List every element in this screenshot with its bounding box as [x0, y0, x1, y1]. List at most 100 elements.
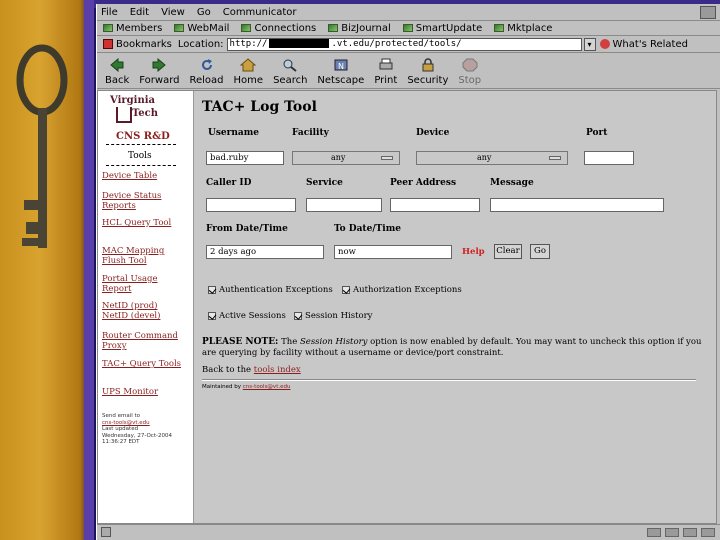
- device-select[interactable]: any: [416, 151, 568, 165]
- authz-exceptions-checkbox[interactable]: Authorization Exceptions: [342, 285, 462, 295]
- help-link[interactable]: Help: [462, 247, 485, 257]
- stop-button[interactable]: Stop: [458, 58, 481, 88]
- security-status-icon[interactable]: [101, 527, 111, 537]
- vt-mark-icon: [116, 107, 132, 123]
- port-input[interactable]: [584, 151, 634, 165]
- menu-file[interactable]: File: [101, 7, 118, 18]
- from-datetime-input[interactable]: 2 days ago: [206, 245, 324, 259]
- bookmark-icon: [174, 24, 185, 32]
- printer-icon: [379, 58, 393, 70]
- sidebar-link-device-status-reports[interactable]: Device Status Reports: [102, 191, 186, 211]
- menu-go[interactable]: Go: [197, 7, 211, 18]
- facility-select[interactable]: any: [292, 151, 400, 165]
- menu-communicator[interactable]: Communicator: [223, 7, 297, 18]
- session-history-checkbox[interactable]: Session History: [294, 311, 372, 321]
- peer-address-input[interactable]: [390, 198, 480, 212]
- main-panel: TAC+ Log Tool Username Facility Device P…: [193, 91, 716, 523]
- checkbox-checked-icon: [208, 312, 216, 320]
- location-bar: Bookmarks Location: http://.vt.edu/prote…: [97, 36, 720, 53]
- home-button[interactable]: Home: [234, 58, 263, 88]
- facility-label: Facility: [292, 128, 329, 138]
- browser-window: File Edit View Go Communicator Members W…: [96, 4, 720, 540]
- personal-mktplace[interactable]: Mktplace: [494, 23, 552, 34]
- sidebar-link-device-table[interactable]: Device Table: [102, 171, 186, 181]
- personal-webmail[interactable]: WebMail: [174, 23, 229, 34]
- url-input[interactable]: http://.vt.edu/protected/tools/: [226, 37, 582, 51]
- page-content: Virginia Tech CNS R&D Tools Device Table…: [97, 90, 717, 524]
- sidebar-link-mac-mapping[interactable]: MAC Mapping Flush Tool: [102, 246, 186, 266]
- redacted-hostname: [269, 38, 330, 48]
- address-book-icon[interactable]: [701, 528, 715, 537]
- print-button[interactable]: Print: [374, 58, 397, 88]
- username-input[interactable]: bad.ruby: [206, 151, 284, 165]
- composer-icon[interactable]: [683, 528, 697, 537]
- sidebar-link-tac-query-tools[interactable]: TAC+ Query Tools: [102, 359, 186, 369]
- message-input[interactable]: [490, 198, 664, 212]
- slide-left-band: [84, 0, 94, 540]
- sidebar: Virginia Tech CNS R&D Tools Device Table…: [98, 91, 190, 523]
- netscape-button[interactable]: N Netscape: [317, 58, 364, 88]
- forward-arrow-icon: [152, 58, 167, 72]
- bookmarks-button[interactable]: Bookmarks: [103, 39, 172, 50]
- to-datetime-input[interactable]: now: [334, 245, 452, 259]
- personal-bizjournal[interactable]: BizJournal: [328, 23, 391, 34]
- netscape-logo-icon: [700, 5, 716, 19]
- navigation-toolbar: Back Forward Reload Home Search N Netsca…: [97, 53, 720, 89]
- logo-text-tech: Tech: [132, 108, 159, 119]
- maintainer-email-link[interactable]: cns-tools@vt.edu: [243, 384, 291, 390]
- sidebar-link-portal-usage[interactable]: Portal Usage Report: [102, 274, 186, 294]
- caller-id-input[interactable]: [206, 198, 296, 212]
- tools-heading: Tools: [128, 151, 152, 161]
- home-icon: [240, 58, 257, 72]
- bookmark-icon: [328, 24, 339, 32]
- search-button[interactable]: Search: [273, 58, 307, 88]
- navigator-icon[interactable]: [647, 528, 661, 537]
- facility-selected-value: any: [331, 153, 346, 162]
- back-to-index: Back to the tools index: [202, 365, 301, 375]
- mail-icon[interactable]: [665, 528, 679, 537]
- sidebar-link-router-command-proxy[interactable]: Router Command Proxy: [102, 331, 186, 351]
- menu-bar: File Edit View Go Communicator: [97, 4, 720, 21]
- from-datetime-label: From Date/Time: [206, 224, 288, 234]
- security-button[interactable]: Security: [407, 58, 448, 88]
- service-label: Service: [306, 178, 343, 188]
- back-button[interactable]: Back: [105, 58, 129, 88]
- sidebar-link-hcl-query-tool[interactable]: HCL Query Tool: [102, 218, 186, 228]
- clear-button[interactable]: Clear: [494, 244, 522, 259]
- lock-icon: [422, 58, 434, 72]
- stop-icon: [462, 58, 478, 72]
- sidebar-link-ups-monitor[interactable]: UPS Monitor: [102, 387, 186, 397]
- caller-id-label: Caller ID: [206, 178, 252, 188]
- bookmarks-icon: [103, 39, 113, 49]
- horizontal-rule: [202, 379, 696, 381]
- reload-button[interactable]: Reload: [190, 58, 224, 88]
- message-label: Message: [490, 178, 534, 188]
- personal-smartupdate[interactable]: SmartUpdate: [402, 23, 482, 34]
- sidebar-footer: Send email to cns-tools@vt.edu Last upda…: [102, 413, 188, 446]
- maintainer-line: Maintained by cns-tools@vt.edu: [202, 384, 291, 390]
- netscape-icon: N: [334, 59, 348, 71]
- notice-text: PLEASE NOTE: The Session History option …: [202, 337, 702, 358]
- bookmark-icon: [241, 24, 252, 32]
- personal-members[interactable]: Members: [103, 23, 162, 34]
- active-sessions-checkbox[interactable]: Active Sessions: [208, 311, 286, 321]
- menu-view[interactable]: View: [161, 7, 185, 18]
- whats-related-button[interactable]: What's Related: [599, 39, 688, 50]
- reload-icon: [201, 59, 212, 70]
- forward-button[interactable]: Forward: [139, 58, 180, 88]
- auth-exceptions-checkbox[interactable]: Authentication Exceptions: [208, 285, 333, 295]
- group-name: CNS R&D: [116, 131, 170, 142]
- key-image: [16, 44, 68, 248]
- peer-address-label: Peer Address: [390, 178, 457, 188]
- sidebar-link-netid[interactable]: NetID (prod) NetID (devel): [102, 301, 186, 321]
- select-arrow-icon: [381, 156, 393, 160]
- device-selected-value: any: [477, 153, 492, 162]
- port-label: Port: [586, 128, 608, 138]
- url-history-dropdown[interactable]: ▾: [583, 37, 596, 51]
- service-input[interactable]: [306, 198, 382, 212]
- tools-index-link[interactable]: tools index: [254, 365, 301, 375]
- personal-connections[interactable]: Connections: [241, 23, 316, 34]
- go-button[interactable]: Go: [530, 244, 550, 259]
- menu-edit[interactable]: Edit: [130, 7, 149, 18]
- virginia-tech-logo: Virginia Tech: [110, 95, 172, 127]
